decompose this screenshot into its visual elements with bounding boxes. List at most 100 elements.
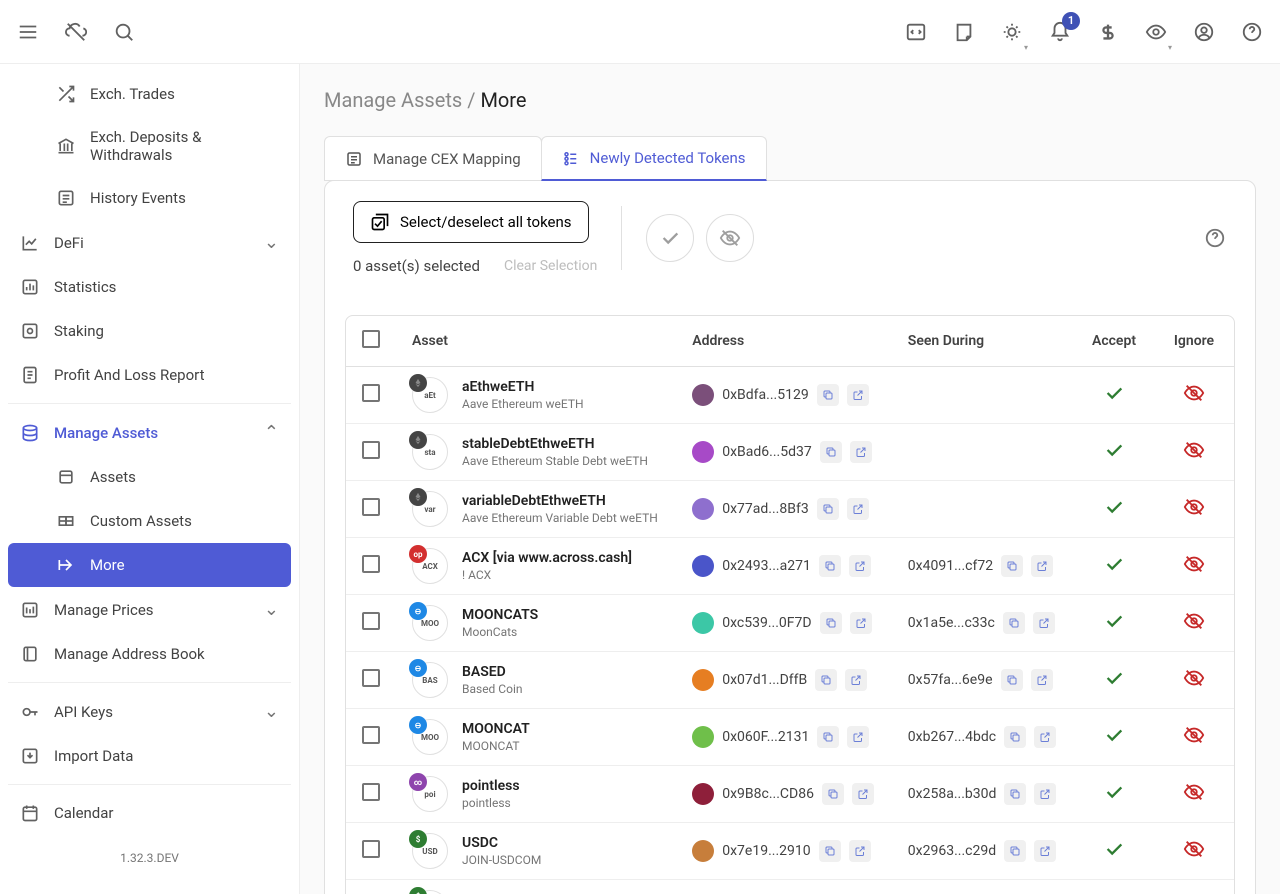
external-link-icon[interactable] <box>1033 612 1055 634</box>
sidebar-item-history-events[interactable]: History Events <box>8 176 291 220</box>
copy-icon[interactable] <box>817 384 839 406</box>
chevron-down-icon: ⌄ <box>264 232 279 253</box>
row-checkbox[interactable] <box>362 726 380 744</box>
eye-icon[interactable]: ▾ <box>1144 20 1168 44</box>
note-icon[interactable] <box>952 20 976 44</box>
ignore-icon[interactable] <box>1183 734 1205 750</box>
ignore-icon[interactable] <box>1183 392 1205 408</box>
external-link-icon[interactable] <box>852 783 874 805</box>
ignore-icon[interactable] <box>1183 848 1205 864</box>
sidebar-item-manage-assets[interactable]: Manage Assets⌃ <box>8 410 291 455</box>
ignore-icon[interactable] <box>1183 791 1205 807</box>
copy-icon[interactable] <box>1004 726 1026 748</box>
external-link-icon[interactable] <box>850 612 872 634</box>
row-checkbox[interactable] <box>362 384 380 402</box>
copy-icon[interactable] <box>820 441 842 463</box>
copy-icon[interactable] <box>820 612 842 634</box>
dollar-icon[interactable] <box>1096 20 1120 44</box>
cloud-off-icon[interactable] <box>64 20 88 44</box>
accept-icon[interactable] <box>1103 563 1125 579</box>
copy-icon[interactable] <box>1003 612 1025 634</box>
bell-icon[interactable]: 1 <box>1048 20 1072 44</box>
user-icon[interactable] <box>1192 20 1216 44</box>
sidebar-item-label: Calendar <box>54 804 279 822</box>
search-icon[interactable] <box>112 20 136 44</box>
external-link-icon[interactable] <box>849 840 871 862</box>
external-link-icon[interactable] <box>1034 840 1056 862</box>
ignore-icon[interactable] <box>1183 563 1205 579</box>
external-link-icon[interactable] <box>1031 669 1053 691</box>
sidebar-item-calendar[interactable]: Calendar <box>8 791 291 835</box>
ignore-icon[interactable] <box>1183 449 1205 465</box>
row-checkbox[interactable] <box>362 669 380 687</box>
accept-bulk-button[interactable] <box>646 214 694 262</box>
sidebar-item-import-data[interactable]: Import Data <box>8 734 291 778</box>
sidebar-item-pnl[interactable]: Profit And Loss Report <box>8 353 291 397</box>
external-link-icon[interactable] <box>1031 555 1053 577</box>
copy-icon[interactable] <box>1001 669 1023 691</box>
accept-icon[interactable] <box>1103 620 1125 636</box>
row-checkbox[interactable] <box>362 555 380 573</box>
sidebar-item-address-book[interactable]: Manage Address Book <box>8 632 291 676</box>
row-checkbox[interactable] <box>362 783 380 801</box>
boxes-icon <box>56 511 76 531</box>
external-link-icon[interactable] <box>847 384 869 406</box>
tab-manage-cex[interactable]: Manage CEX Mapping <box>324 136 542 181</box>
copy-icon[interactable] <box>815 669 837 691</box>
ignore-icon[interactable] <box>1183 677 1205 693</box>
accept-icon[interactable] <box>1103 392 1125 408</box>
sidebar-item-api-keys[interactable]: API Keys⌄ <box>8 689 291 734</box>
tokens-table: Asset Address Seen During Accept Ignore … <box>345 315 1235 894</box>
copy-icon[interactable] <box>822 783 844 805</box>
external-link-icon[interactable] <box>1034 783 1056 805</box>
sidebar-item-assets[interactable]: Assets <box>8 455 291 499</box>
copy-icon[interactable] <box>1001 555 1023 577</box>
help-icon[interactable] <box>1203 226 1227 250</box>
external-link-icon[interactable] <box>845 669 867 691</box>
sidebar-item-label: Manage Address Book <box>54 645 279 663</box>
external-link-icon[interactable] <box>850 441 872 463</box>
copy-icon[interactable] <box>819 555 841 577</box>
sidebar-item-statistics[interactable]: Statistics <box>8 265 291 309</box>
copy-icon[interactable] <box>1004 783 1026 805</box>
asset-name: aEthweETH <box>462 379 584 395</box>
ignore-icon[interactable] <box>1183 620 1205 636</box>
external-link-icon[interactable] <box>1034 726 1056 748</box>
sidebar-item-exch-deposits[interactable]: Exch. Deposits & Withdrawals <box>8 116 291 176</box>
help-icon[interactable] <box>1240 20 1264 44</box>
external-link-icon[interactable] <box>847 726 869 748</box>
menu-icon[interactable] <box>16 20 40 44</box>
external-link-icon[interactable] <box>849 555 871 577</box>
tab-newly-detected[interactable]: Newly Detected Tokens <box>541 136 767 181</box>
clear-selection[interactable]: Clear Selection <box>504 258 597 274</box>
copy-icon[interactable] <box>817 498 839 520</box>
accept-icon[interactable] <box>1103 734 1125 750</box>
sidebar-item-defi[interactable]: DeFi⌄ <box>8 220 291 265</box>
sidebar-item-manage-prices[interactable]: Manage Prices⌄ <box>8 587 291 632</box>
select-all-checkbox[interactable] <box>362 330 380 348</box>
accept-icon[interactable] <box>1103 449 1125 465</box>
copy-icon[interactable] <box>819 840 841 862</box>
row-checkbox[interactable] <box>362 612 380 630</box>
row-checkbox[interactable] <box>362 441 380 459</box>
sidebar-item-exch-trades[interactable]: Exch. Trades <box>8 72 291 116</box>
copy-icon[interactable] <box>817 726 839 748</box>
breadcrumb-parent[interactable]: Manage Assets <box>324 88 462 112</box>
sidebar-item-staking[interactable]: Staking <box>8 309 291 353</box>
code-icon[interactable] <box>904 20 928 44</box>
sidebar-item-more[interactable]: More <box>8 543 291 587</box>
theme-icon[interactable]: ▾ <box>1000 20 1024 44</box>
external-link-icon[interactable] <box>847 498 869 520</box>
asset-name: USDC <box>462 835 541 851</box>
ignore-bulk-button[interactable] <box>706 214 754 262</box>
accept-icon[interactable] <box>1103 791 1125 807</box>
sidebar-item-custom-assets[interactable]: Custom Assets <box>8 499 291 543</box>
row-checkbox[interactable] <box>362 840 380 858</box>
row-checkbox[interactable] <box>362 498 380 516</box>
accept-icon[interactable] <box>1103 848 1125 864</box>
select-all-button[interactable]: Select/deselect all tokens <box>353 201 589 243</box>
accept-icon[interactable] <box>1103 677 1125 693</box>
accept-icon[interactable] <box>1103 506 1125 522</box>
ignore-icon[interactable] <box>1183 506 1205 522</box>
copy-icon[interactable] <box>1004 840 1026 862</box>
